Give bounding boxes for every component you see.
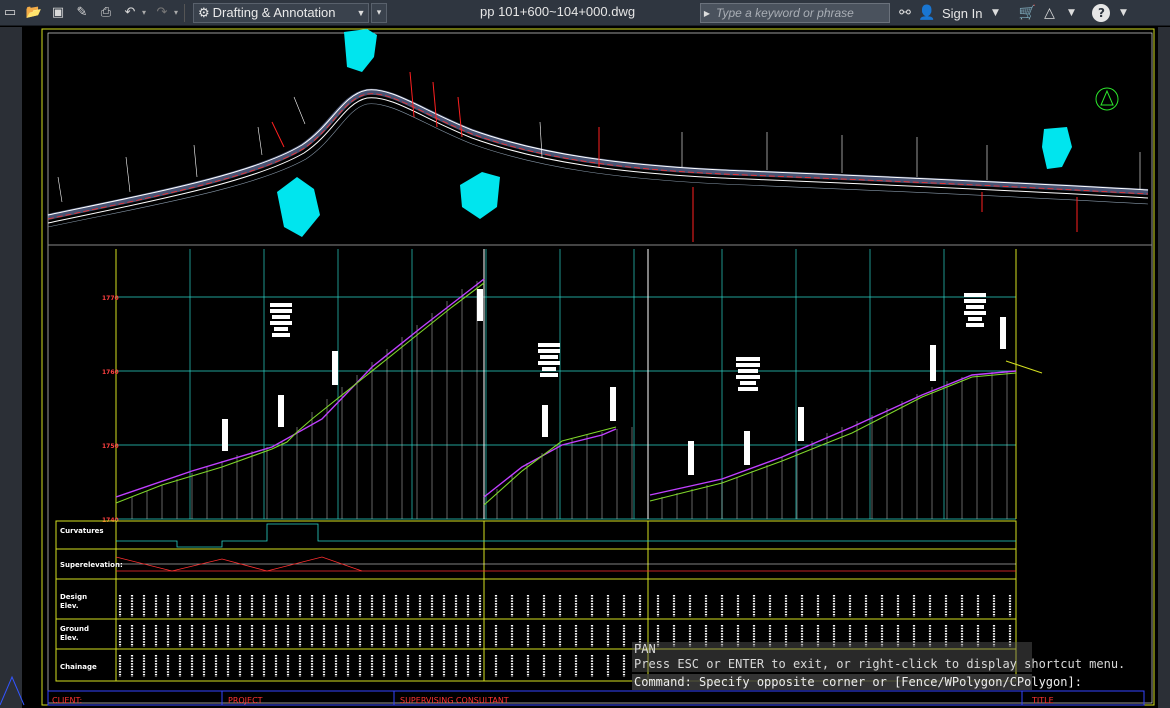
project-label: PROJECT <box>228 696 263 705</box>
profile-hatch <box>131 281 1008 519</box>
client-label: CLIENT: <box>52 696 82 705</box>
open-icon[interactable]: 📂 <box>24 3 44 23</box>
row-label-superelevation: Superelevation: <box>60 561 123 569</box>
vertical-curve-labels <box>222 289 1006 475</box>
ground-line <box>115 282 485 504</box>
cart-icon[interactable]: 🛒 <box>1018 5 1036 21</box>
svg-text:1760: 1760 <box>102 369 119 376</box>
binoculars-icon[interactable]: ⚯ <box>896 5 914 21</box>
design-grade-line <box>649 370 1017 496</box>
centerline <box>47 93 1149 220</box>
outer-frame <box>41 28 1155 706</box>
building-polygon <box>344 29 377 72</box>
design-grade-line <box>115 278 485 498</box>
row-label-design-elev: Design Elev. <box>60 593 87 610</box>
command-history-line: PAN <box>632 642 1032 657</box>
left-panel <box>0 27 22 708</box>
consultant-label: SUPERVISING CONSULTANT <box>400 696 509 705</box>
vertical-scrollbar[interactable] <box>1158 27 1170 708</box>
redo-dropdown-icon[interactable]: ▾ <box>172 8 180 17</box>
drawing-canvas[interactable]: 1770 1760 1750 1740 Curvatures Superelev… <box>0 27 1158 708</box>
undo-icon[interactable]: ↶ <box>120 3 140 23</box>
chevron-down-icon[interactable]: ▼ <box>1062 8 1080 18</box>
undo-dropdown-icon[interactable]: ▾ <box>140 8 148 17</box>
building-polygon <box>460 172 500 219</box>
plan-view <box>47 29 1149 242</box>
data-values <box>118 595 1012 617</box>
command-prompt[interactable]: Command: Specify opposite corner or [Fen… <box>632 674 1082 690</box>
redo-icon[interactable]: ↷ <box>152 3 172 23</box>
a360-icon[interactable]: △ <box>1040 5 1058 21</box>
help-button[interactable]: ? <box>1092 4 1111 22</box>
new-icon[interactable]: ▭ <box>0 3 20 23</box>
data-values <box>118 655 626 677</box>
command-history-line: Press ESC or ENTER to exit, or right-cli… <box>632 657 1126 672</box>
building-polygon <box>1042 127 1072 169</box>
building-polygon <box>277 177 320 237</box>
gear-icon: ⚙ <box>198 4 210 20</box>
ucs-icon <box>0 675 25 706</box>
document-title: pp 101+600~104+000.dwg <box>480 4 636 19</box>
quick-access-customize-button[interactable]: ▾ <box>371 2 387 23</box>
profile-grid: 1770 1760 1750 1740 <box>102 249 1043 524</box>
road-corridor <box>47 88 1149 220</box>
command-line[interactable]: PAN Press ESC or ENTER to exit, or right… <box>632 642 1126 690</box>
road-edge-left <box>47 89 1149 216</box>
search-input[interactable] <box>713 4 889 22</box>
user-icon[interactable]: 👤 <box>918 5 936 21</box>
title-label: TITLE <box>1031 696 1054 705</box>
inner-frame <box>47 32 1153 704</box>
chevron-right-icon[interactable]: ▶ <box>701 9 713 18</box>
save-icon[interactable]: ▣ <box>48 3 68 23</box>
saveas-icon[interactable]: ✎ <box>72 3 92 23</box>
right-toolbar: ⚯ 👤 Sign In ▼ 🛒 △ ▼ ? ▼ <box>896 3 1132 23</box>
workspace-selector[interactable]: ⚙ Drafting & Annotation ▼ <box>193 2 369 23</box>
svg-text:1770: 1770 <box>102 295 119 302</box>
row-label-curvatures: Curvatures <box>60 527 104 535</box>
chevron-down-icon: ▼ <box>356 7 366 18</box>
chevron-down-icon[interactable]: ▼ <box>1114 8 1132 18</box>
separator <box>184 3 185 22</box>
ground-line <box>649 372 1017 502</box>
drawing-svg: 1770 1760 1750 1740 Curvatures Superelev… <box>41 28 1155 706</box>
north-arrow-icon <box>1100 89 1114 106</box>
ground-line <box>483 426 617 506</box>
search-box: ▶ <box>700 3 890 23</box>
toe-line <box>47 103 1149 228</box>
row-label-ground-elev: Ground Elev. <box>60 625 89 642</box>
print-icon[interactable]: ⎙ <box>96 3 116 23</box>
chevron-down-icon[interactable]: ▼ <box>986 8 1004 18</box>
signin-button[interactable]: Sign In <box>942 6 982 21</box>
row-label-chainage: Chainage <box>60 663 97 671</box>
svg-text:1750: 1750 <box>102 443 119 450</box>
title-bar: ▭ 📂 ▣ ✎ ⎙ ↶ ▾ ↷ ▾ ⚙ Drafting & Annotatio… <box>0 0 1170 26</box>
workspace-label: Drafting & Annotation <box>212 5 336 20</box>
